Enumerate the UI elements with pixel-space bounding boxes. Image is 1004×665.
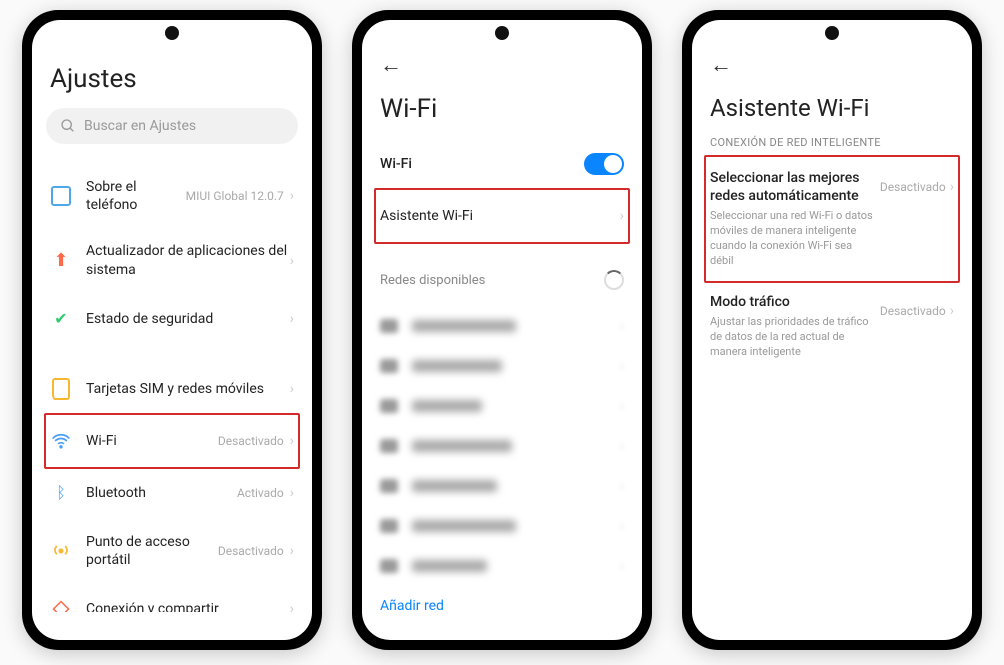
chevron-right-icon: ›	[620, 208, 624, 224]
add-network-link[interactable]: Añadir red	[376, 586, 628, 612]
wifi-toggle-switch[interactable]	[584, 153, 624, 175]
wifi-icon	[50, 430, 72, 452]
bluetooth-icon: ᛒ	[50, 482, 72, 504]
hotspot-icon	[50, 540, 72, 562]
chevron-right-icon: ›	[290, 253, 294, 269]
network-row[interactable]: ›	[376, 346, 628, 386]
row-label: Punto de acceso portátil	[86, 533, 218, 569]
item-title: Seleccionar las mejores redes automática…	[710, 169, 874, 205]
camera-notch	[165, 26, 179, 40]
section-available-networks: Redes disponibles	[376, 254, 628, 306]
row-auto-select-networks[interactable]: Seleccionar las mejores redes automática…	[704, 155, 960, 283]
about-icon	[50, 185, 72, 207]
page-title: Wi-Fi	[380, 94, 628, 124]
phone-frame-wifi-assistant: ← Asistente Wi-Fi CONEXIÓN DE RED INTELI…	[682, 10, 982, 650]
chevron-right-icon: ›	[290, 311, 294, 327]
row-label: Sobre el teléfono	[86, 178, 186, 214]
search-placeholder: Buscar en Ajustes	[84, 118, 196, 134]
item-value: Desactivado	[880, 304, 946, 318]
row-wifi-toggle[interactable]: Wi-Fi	[376, 138, 628, 190]
chevron-right-icon: ›	[950, 179, 954, 195]
row-system-updater[interactable]: ⬆ Actualizador de aplicaciones del siste…	[46, 228, 298, 292]
chevron-right-icon: ›	[290, 601, 294, 612]
item-title: Modo tráfico	[710, 293, 874, 311]
row-label: Estado de seguridad	[86, 310, 290, 328]
row-connection-share[interactable]: Conexión y compartir ›	[46, 583, 298, 612]
section-label: Redes disponibles	[380, 273, 604, 288]
row-security-status[interactable]: ✔ Estado de seguridad ›	[46, 293, 298, 345]
chevron-right-icon: ›	[290, 485, 294, 501]
row-value: Desactivado	[218, 434, 284, 448]
screen-settings: Ajustes Buscar en Ajustes Sobre el teléf…	[32, 20, 312, 640]
row-label: Asistente Wi-Fi	[380, 207, 620, 225]
row-label: Actualizador de aplicaciones del sistema	[86, 242, 290, 278]
row-value: Desactivado	[218, 544, 284, 558]
row-label: Wi-Fi	[86, 432, 218, 450]
screen-wifi-assistant: ← Asistente Wi-Fi CONEXIÓN DE RED INTELI…	[692, 20, 972, 640]
row-wifi[interactable]: Wi-Fi Desactivado ›	[44, 413, 300, 469]
row-bluetooth[interactable]: ᛒ Bluetooth Activado ›	[46, 467, 298, 519]
row-label: Tarjetas SIM y redes móviles	[86, 380, 290, 398]
sim-icon	[50, 378, 72, 400]
row-label: Bluetooth	[86, 484, 237, 502]
item-value: Desactivado	[880, 180, 946, 194]
screen-wifi: ← Wi-Fi Wi-Fi Asistente Wi-Fi › Redes di…	[362, 20, 642, 640]
chevron-right-icon: ›	[290, 433, 294, 449]
row-label: Conexión y compartir	[86, 600, 290, 612]
network-row[interactable]: ›	[376, 306, 628, 346]
share-icon	[50, 598, 72, 612]
chevron-right-icon: ›	[290, 543, 294, 559]
chevron-right-icon: ›	[290, 188, 294, 204]
network-row[interactable]: ›	[376, 426, 628, 466]
section-header: CONEXIÓN DE RED INTELIGENTE	[710, 136, 954, 149]
camera-notch	[495, 26, 509, 40]
network-row[interactable]: ›	[376, 546, 628, 586]
item-description: Ajustar las prioridades de tráfico de da…	[710, 315, 874, 360]
camera-notch	[825, 26, 839, 40]
network-row[interactable]: ›	[376, 506, 628, 546]
page-title: Asistente Wi-Fi	[710, 94, 958, 122]
back-button[interactable]: ←	[706, 48, 958, 78]
row-hotspot[interactable]: Punto de acceso portátil Desactivado ›	[46, 519, 298, 583]
chevron-right-icon: ›	[950, 303, 954, 319]
toggle-label: Wi-Fi	[380, 155, 584, 173]
network-row[interactable]: ›	[376, 466, 628, 506]
row-value: MIUI Global 12.0.7	[186, 189, 284, 203]
phone-frame-wifi: ← Wi-Fi Wi-Fi Asistente Wi-Fi › Redes di…	[352, 10, 652, 650]
search-input[interactable]: Buscar en Ajustes	[46, 108, 298, 144]
back-button[interactable]: ←	[376, 48, 628, 78]
row-about-phone[interactable]: Sobre el teléfono MIUI Global 12.0.7 ›	[46, 164, 298, 228]
row-wifi-assistant[interactable]: Asistente Wi-Fi ›	[374, 188, 630, 244]
shield-icon: ✔	[50, 308, 72, 330]
updater-icon: ⬆	[50, 250, 72, 272]
search-icon	[60, 118, 76, 134]
network-row[interactable]: ›	[376, 386, 628, 426]
loading-spinner-icon	[604, 270, 624, 290]
chevron-right-icon: ›	[290, 381, 294, 397]
row-value: Activado	[237, 486, 284, 500]
item-description: Seleccionar una red Wi-Fi o datos móvile…	[710, 209, 874, 268]
page-title: Ajustes	[50, 64, 298, 94]
row-traffic-mode[interactable]: Modo tráfico Ajustar las prioridades de …	[706, 281, 958, 372]
row-sim-cards[interactable]: Tarjetas SIM y redes móviles ›	[46, 363, 298, 415]
phone-frame-settings: Ajustes Buscar en Ajustes Sobre el teléf…	[22, 10, 322, 650]
